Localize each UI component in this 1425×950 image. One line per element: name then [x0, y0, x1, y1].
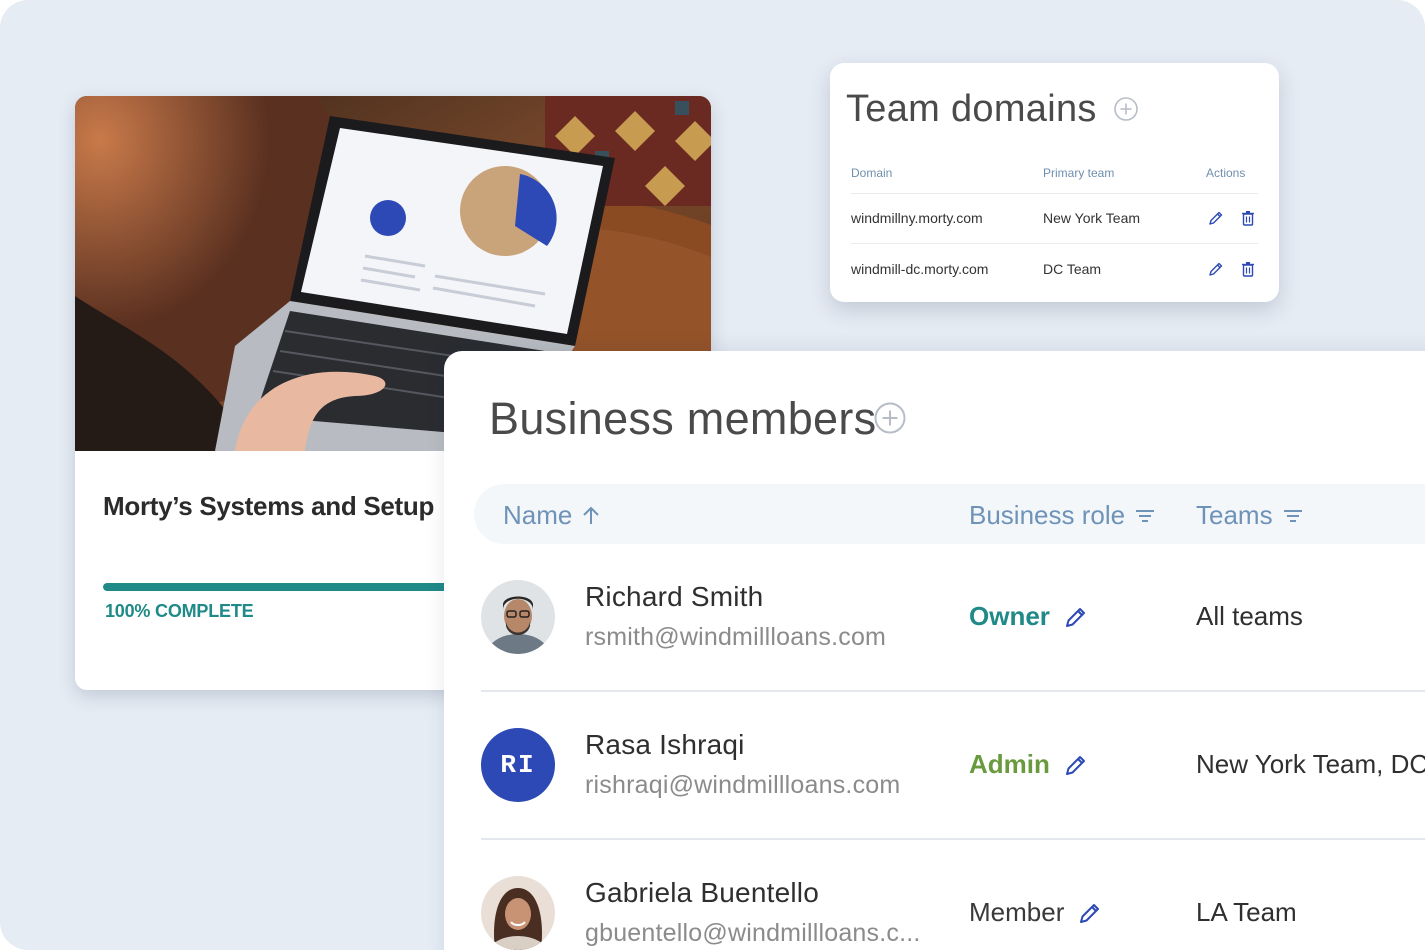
member-name: Richard Smith: [585, 581, 764, 612]
column-header-role-label: Business role: [969, 500, 1126, 530]
member-email: rishraqi@windmillloans.com: [585, 771, 901, 799]
business-members-card: Business members Name Business role Team…: [444, 351, 1425, 950]
filter-icon[interactable]: [1135, 508, 1155, 524]
column-header-teams-label: Teams: [1196, 500, 1273, 530]
progress-label: 100% COMPLETE: [105, 601, 254, 621]
role-label: Admin: [969, 749, 1050, 779]
business-members-title: Business members: [489, 393, 877, 444]
trash-icon[interactable]: [1241, 261, 1255, 277]
table-row[interactable]: RI Rasa Ishraqi rishraqi@windmillloans.c…: [481, 691, 1425, 840]
member-name: Gabriela Buentello: [585, 877, 819, 908]
table-row: windmillny.morty.com New York Team: [851, 193, 1258, 244]
pencil-icon[interactable]: [1064, 605, 1088, 629]
pencil-icon[interactable]: [1208, 261, 1224, 277]
filter-icon[interactable]: [1283, 508, 1303, 524]
member-teams: LA Team: [1196, 897, 1297, 927]
member-teams: New York Team, DC T: [1196, 749, 1425, 779]
member-role: Member: [969, 897, 1102, 928]
role-label: Owner: [969, 601, 1050, 631]
pencil-icon[interactable]: [1078, 901, 1102, 925]
avatar: [481, 876, 555, 950]
column-header-business-role[interactable]: Business role: [969, 500, 1155, 531]
domain-cell: windmillny.morty.com: [851, 210, 983, 226]
pencil-icon[interactable]: [1064, 753, 1088, 777]
pencil-icon[interactable]: [1208, 210, 1224, 226]
table-row: windmill-dc.morty.com DC Team: [851, 244, 1258, 294]
column-header-primary-team[interactable]: Primary team: [1043, 166, 1114, 180]
plus-circle-icon[interactable]: [874, 402, 906, 434]
team-domains-card: Team domains Domain Primary team Actions…: [830, 63, 1279, 302]
table-row[interactable]: Gabriela Buentello gbuentello@windmilllo…: [481, 839, 1425, 950]
member-teams: All teams: [1196, 601, 1303, 631]
primary-team-cell: New York Team: [1043, 210, 1141, 226]
member-role: Admin: [969, 749, 1088, 780]
domain-cell: windmill-dc.morty.com: [851, 261, 989, 277]
course-title[interactable]: Morty’s Systems and Setup: [103, 491, 434, 522]
column-header-name[interactable]: Name: [503, 500, 600, 531]
avatar: [481, 580, 555, 654]
column-header-domain[interactable]: Domain: [851, 166, 892, 180]
members-table-header: Name Business role Teams: [474, 484, 1425, 544]
member-role: Owner: [969, 601, 1088, 632]
arrow-up-icon: [583, 506, 600, 524]
member-email: rsmith@windmillloans.com: [585, 623, 887, 651]
role-label: Member: [969, 897, 1065, 927]
background-canvas: Morty’s Systems and Setup 100% COMPLETE …: [0, 0, 1425, 950]
column-header-teams[interactable]: Teams: [1196, 500, 1303, 531]
trash-icon[interactable]: [1241, 210, 1255, 226]
table-row[interactable]: Richard Smith rsmith@windmillloans.com O…: [481, 543, 1425, 692]
plus-circle-icon[interactable]: [1114, 97, 1138, 121]
member-email: gbuentello@windmillloans.c...: [585, 919, 921, 947]
domains-table-header: Domain Primary team Actions: [851, 163, 1258, 194]
member-name: Rasa Ishraqi: [585, 729, 745, 760]
column-header-name-label: Name: [503, 500, 573, 530]
avatar-initials: RI: [481, 728, 555, 802]
primary-team-cell: DC Team: [1043, 261, 1102, 277]
team-domains-title: Team domains: [846, 88, 1097, 130]
column-header-actions: Actions: [1206, 166, 1246, 180]
